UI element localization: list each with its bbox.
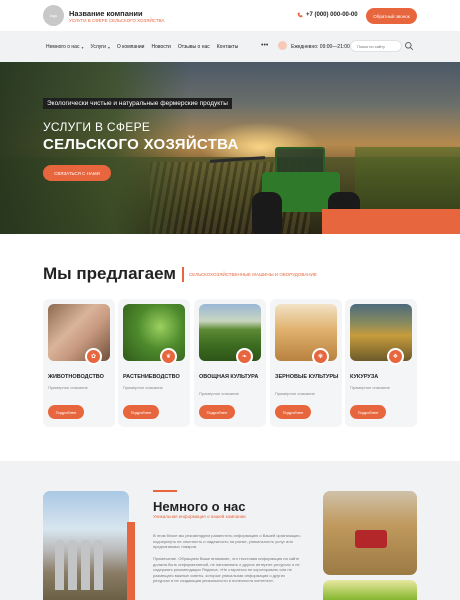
offer-section-title: Мы предлагаем bbox=[43, 264, 176, 283]
silo-graphic bbox=[68, 540, 77, 590]
chevron-down-icon: ▾ bbox=[81, 44, 84, 50]
about-paragraph: Примечание. Обращаем Ваше внимание, что … bbox=[153, 556, 300, 583]
company-logo[interactable]: logo bbox=[43, 5, 64, 26]
nav-item-label: Контакты bbox=[216, 44, 239, 50]
service-card-crop-production[interactable]: ❦ РАСТЕНИЕВОДСТВО Примерное описание Под… bbox=[118, 299, 190, 427]
nav-menu: Немного о нас ▾ Услуги ▾ О компании Новост… bbox=[46, 44, 238, 50]
more-menu-icon[interactable]: ••• bbox=[261, 42, 268, 49]
nav-item-company[interactable]: О компании bbox=[117, 44, 145, 50]
red-tractor-graphic bbox=[355, 530, 387, 548]
callback-button[interactable]: Обратный звонок bbox=[366, 8, 417, 24]
company-tagline: УСЛУГИ В СФЕРЕ СЕЛЬСКОГО ХОЗЯЙСТВА bbox=[69, 18, 165, 23]
nav-item-news[interactable]: Новости bbox=[151, 44, 170, 50]
about-accent-bar bbox=[127, 522, 135, 600]
nav-item-label: Услуги bbox=[90, 44, 106, 50]
top-header: logo Название компании УСЛУГИ В СФЕРЕ СЕ… bbox=[0, 0, 460, 31]
details-button[interactable]: Подробнее bbox=[48, 405, 84, 419]
contact-us-button[interactable]: СВЯЗАТЬСЯ С НАМИ bbox=[43, 165, 111, 181]
card-title[interactable]: РАСТЕНИЕВОДСТВО bbox=[123, 374, 187, 380]
vegetable-icon: ❧ bbox=[236, 348, 253, 365]
seedling-icon: ❦ bbox=[160, 348, 177, 365]
silo-graphic bbox=[94, 540, 103, 590]
about-subtitle: Уникальная информация о нашей компании bbox=[153, 514, 246, 519]
hero-accent-block bbox=[322, 209, 460, 234]
phone-text: +7 (000) 000-00-00 bbox=[306, 12, 358, 18]
card-title[interactable]: КУКУРУЗА bbox=[350, 374, 414, 380]
search-input[interactable] bbox=[350, 40, 402, 52]
clock-icon bbox=[278, 41, 287, 50]
hero-title-line2: СЕЛЬСКОГО ХОЗЯЙСТВА bbox=[43, 136, 239, 153]
offer-section-subtitle: СЕЛЬСКОХОЗЯЙСТВЕННЫЕ МАШИНЫ И ОБОРУДОВАН… bbox=[189, 272, 317, 277]
card-description: Примерное описание bbox=[48, 385, 88, 390]
details-button[interactable]: Подробнее bbox=[199, 405, 235, 419]
search-icon[interactable] bbox=[404, 41, 414, 51]
working-hours: Ежедневно: 09:00—21:00 bbox=[291, 44, 350, 50]
silo-graphic bbox=[81, 540, 90, 590]
card-title[interactable]: ЗЕРНОВЫЕ КУЛЬТУРЫ bbox=[275, 374, 339, 380]
tractor-wheel bbox=[252, 192, 282, 234]
company-name[interactable]: Название компании bbox=[69, 9, 143, 18]
nav-item-label: Новости bbox=[151, 44, 171, 50]
details-button[interactable]: Подробнее bbox=[350, 405, 386, 419]
service-card-vegetables[interactable]: ❧ ОВОЩНАЯ КУЛЬТУРА Примерное описание По… bbox=[194, 299, 266, 427]
chevron-down-icon: ▾ bbox=[107, 44, 110, 50]
nav-item-label: О компании bbox=[116, 44, 145, 50]
card-description: Примерное описание bbox=[199, 391, 239, 396]
nav-item-services[interactable]: Услуги ▾ bbox=[90, 44, 109, 50]
card-description: Примерное описание bbox=[350, 385, 390, 390]
hero-tagline: Экологически чистые и натуральные фермер… bbox=[43, 98, 232, 109]
card-title[interactable]: ОВОЩНАЯ КУЛЬТУРА bbox=[199, 374, 263, 380]
nav-item-label: Немного о нас bbox=[46, 44, 80, 50]
about-title: Немного о нас bbox=[153, 499, 246, 514]
card-description: Примерное описание bbox=[275, 391, 315, 396]
service-card-grain[interactable]: ✾ ЗЕРНОВЫЕ КУЛЬТУРЫ Примерное описание П… bbox=[270, 299, 342, 427]
hero-title-line1: УСЛУГИ В СФЕРЕ bbox=[43, 120, 151, 134]
silo-graphic bbox=[55, 540, 64, 590]
corn-icon: ❖ bbox=[387, 348, 404, 365]
about-photo-field bbox=[323, 580, 417, 600]
wheat-icon: ✾ bbox=[312, 348, 329, 365]
pig-icon: ✿ bbox=[85, 348, 102, 365]
phone-icon bbox=[297, 12, 303, 18]
title-divider bbox=[182, 267, 184, 282]
about-title-underline bbox=[153, 490, 177, 492]
about-paragraph: В этом блоке мы рекомендуем разместить и… bbox=[153, 533, 301, 549]
service-card-corn[interactable]: ❖ КУКУРУЗА Примерное описание Подробнее bbox=[345, 299, 417, 427]
service-card-livestock[interactable]: ✿ ЖИВОТНОВОДСТВО Примерное описание Подр… bbox=[43, 299, 115, 427]
nav-item-label: Отзывы о нас bbox=[177, 44, 210, 50]
card-description: Примерное описание bbox=[123, 385, 163, 390]
nav-item-about[interactable]: Немного о нас ▾ bbox=[46, 44, 83, 50]
card-title[interactable]: ЖИВОТНОВОДСТВО bbox=[48, 374, 112, 380]
details-button[interactable]: Подробнее bbox=[123, 405, 159, 419]
nav-item-contacts[interactable]: Контакты bbox=[217, 44, 239, 50]
phone-number[interactable]: +7 (000) 000-00-00 bbox=[297, 12, 358, 18]
nav-item-reviews[interactable]: Отзывы о нас bbox=[178, 44, 210, 50]
details-button[interactable]: Подробнее bbox=[275, 405, 311, 419]
